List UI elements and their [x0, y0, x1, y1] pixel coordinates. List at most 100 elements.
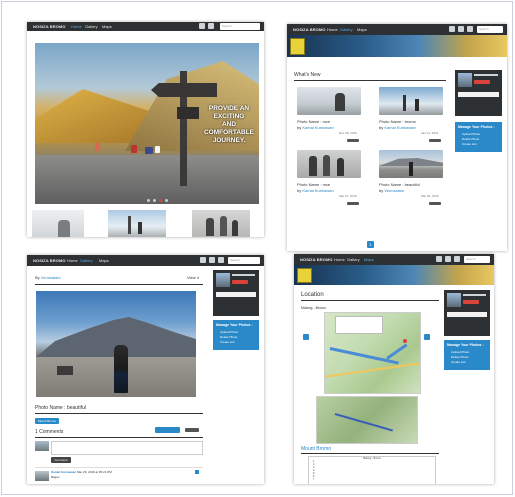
prev-arrow-button[interactable]: [303, 334, 309, 340]
slider-dot[interactable]: [153, 199, 156, 202]
next-arrow-button[interactable]: [424, 334, 430, 340]
thumbnail-1[interactable]: [32, 210, 84, 237]
like-icon[interactable]: [185, 428, 199, 432]
profile-card: [444, 290, 490, 336]
instagram-icon[interactable]: [218, 257, 224, 263]
photo-by: by Kamal Kurniawan: [297, 188, 334, 193]
brand-logo[interactable]: NOSIZA BROMO: [33, 22, 66, 31]
profile-tabs[interactable]: [458, 92, 499, 97]
nav-maps[interactable]: Maps: [102, 22, 112, 31]
manage-list-link[interactable]: Create List: [451, 360, 466, 364]
profile-tabs[interactable]: [447, 312, 487, 317]
manage-delete-link[interactable]: Delete Photo: [220, 335, 237, 339]
facebook-icon[interactable]: [458, 26, 464, 32]
nav-maps[interactable]: Maps: [364, 254, 374, 265]
search-input[interactable]: Search: [228, 257, 260, 264]
manage-upload-link[interactable]: Upload Photo: [220, 330, 238, 334]
photo-thumbnail[interactable]: [297, 87, 361, 115]
instagram-icon[interactable]: [454, 256, 460, 262]
search-input[interactable]: Search: [220, 23, 260, 30]
photo-thumbnail[interactable]: [297, 150, 361, 178]
photo-by: by Venusalam: [379, 188, 405, 193]
comment-author[interactable]: Kamal Kurniawan: [51, 470, 76, 474]
author-link[interactable]: Kamal Kurniawan: [384, 125, 415, 130]
rating-icons: [347, 139, 359, 142]
instagram-icon[interactable]: [467, 26, 473, 32]
top-navbar: NOSIZA BROMO Home Gallery Maps Search: [287, 24, 507, 35]
photo-thumbnail[interactable]: [379, 87, 443, 115]
sign-plate: [177, 107, 199, 119]
facebook-icon[interactable]: [199, 23, 205, 29]
nav-gallery[interactable]: Gallery: [347, 254, 360, 265]
brand-logo[interactable]: NOSIZA BROMO: [293, 24, 326, 35]
rating-icons: [347, 202, 359, 205]
header-banner: [287, 35, 507, 57]
author-link[interactable]: Kamal Kurniawan: [302, 125, 333, 130]
caption-line: AND: [221, 121, 237, 128]
terrain-map[interactable]: [316, 396, 418, 444]
nav-gallery[interactable]: Gallery: [340, 24, 353, 35]
hero-slide-image: PROVIDE AN EXCITING AND COMFORTABLE JOUR…: [35, 43, 259, 204]
author-link[interactable]: Kamal Kurniawan: [302, 188, 333, 193]
user-icon[interactable]: [436, 256, 442, 262]
instagram-icon[interactable]: [208, 23, 214, 29]
profile-tabs[interactable]: [216, 292, 256, 297]
photo-card[interactable]: Photo Name : bromo by Kamal Kurniawan Ja…: [379, 87, 445, 147]
author-link[interactable]: Venusalam: [384, 188, 404, 193]
nav-gallery[interactable]: Gallery: [85, 22, 98, 31]
nav-home[interactable]: Home: [71, 22, 82, 31]
search-input[interactable]: Search: [464, 256, 490, 263]
manage-upload-link[interactable]: Upload Photo: [462, 132, 480, 136]
photo-card[interactable]: Photo Name : mce by Kamal Kurniawan Mar …: [297, 150, 363, 210]
page-title: What's New: [294, 72, 321, 78]
manage-delete-link[interactable]: Delete Photo: [451, 355, 468, 359]
slider-dot-active[interactable]: [159, 199, 162, 202]
submit-comment-button[interactable]: Comment: [51, 457, 71, 463]
slider-dot[interactable]: [147, 199, 150, 202]
slider-dot[interactable]: [165, 199, 168, 202]
user-icon[interactable]: [200, 257, 206, 263]
slide-caption: PROVIDE AN EXCITING AND COMFORTABLE JOUR…: [201, 105, 257, 145]
user-icon[interactable]: [449, 26, 455, 32]
reply-icon[interactable]: [195, 470, 199, 474]
facebook-icon[interactable]: [445, 256, 451, 262]
search-input[interactable]: Search: [477, 26, 503, 33]
nav-maps[interactable]: Maps: [99, 255, 109, 266]
manage-list-link[interactable]: Create List: [220, 340, 235, 344]
site-logo: [290, 38, 305, 55]
divider: [35, 437, 203, 438]
photo-by: by Kamal Kurniawan: [379, 125, 416, 130]
tag-badge[interactable]: Mount Bromo: [35, 418, 59, 424]
logout-button[interactable]: [463, 300, 479, 304]
nav-home[interactable]: Home: [67, 255, 78, 266]
person: [114, 345, 128, 393]
nav-gallery[interactable]: Gallery: [80, 255, 93, 266]
see-all-button[interactable]: [155, 427, 180, 433]
brand-logo[interactable]: NOSIZA BROMO: [300, 254, 333, 265]
thumbnail-3[interactable]: [192, 210, 250, 237]
route-map[interactable]: [324, 312, 421, 394]
thumbnail-2[interactable]: [108, 210, 166, 237]
nav-maps[interactable]: Maps: [357, 24, 367, 35]
profile-text: [232, 274, 255, 276]
comment-input[interactable]: [51, 441, 203, 455]
brand-logo[interactable]: NOSIZA BROMO: [33, 255, 66, 266]
photo-by: by Kamal Kurniawan: [297, 125, 334, 130]
nav-home[interactable]: Home: [334, 254, 345, 265]
pagination-page[interactable]: 1: [367, 241, 374, 248]
thumbnail-row: [32, 208, 260, 237]
route-line: [334, 413, 393, 432]
facebook-icon[interactable]: [209, 257, 215, 263]
photo-card[interactable]: Photo Name : beautiful by Venusalam Mar …: [379, 150, 445, 210]
manage-list-link[interactable]: Create List: [462, 142, 477, 146]
photo-card[interactable]: Photo Name : mce by Kamal Kurniawan Dec …: [297, 87, 363, 147]
directions-panel: [335, 316, 383, 334]
nav-home[interactable]: Home: [327, 24, 338, 35]
manage-upload-link[interactable]: Upload Photo: [451, 350, 469, 354]
author-link[interactable]: Venusalam: [41, 275, 61, 280]
logout-button[interactable]: [232, 280, 248, 284]
photo-thumbnail[interactable]: [379, 150, 443, 178]
manage-delete-link[interactable]: Delete Photo: [462, 137, 479, 141]
manage-photos-panel: Manage Your Photos : Upload Photo Delete…: [213, 320, 259, 350]
logout-button[interactable]: [474, 80, 490, 84]
